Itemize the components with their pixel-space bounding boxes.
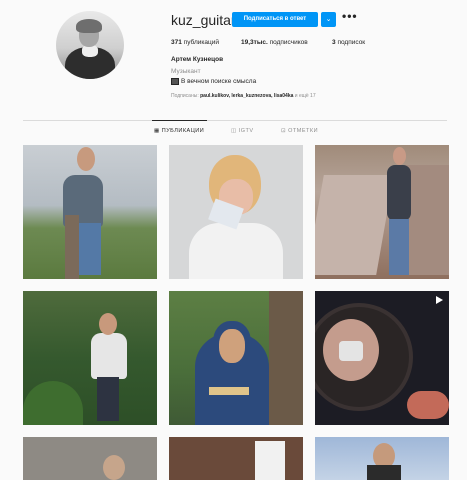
active-tab-indicator: [152, 120, 207, 121]
tab-posts[interactable]: ▦ ПУБЛИКАЦИИ: [154, 128, 204, 134]
film-icon: [171, 78, 179, 85]
post-thumbnail[interactable]: [23, 291, 157, 425]
tab-tagged[interactable]: ⊡ ОТМЕТКИ: [281, 128, 318, 134]
profile-username: kuz_guitar: [171, 12, 236, 28]
post-thumbnail[interactable]: [169, 437, 303, 480]
post-thumbnail[interactable]: [169, 291, 303, 425]
tabs-divider: [23, 120, 447, 121]
igtv-icon: ◫: [231, 128, 237, 134]
more-options-icon[interactable]: •••: [342, 9, 358, 23]
profile-avatar[interactable]: [56, 11, 124, 79]
following-count[interactable]: 3 подписок: [332, 39, 365, 46]
post-thumbnail[interactable]: [169, 145, 303, 279]
posts-count: 371 публикаций: [171, 39, 219, 46]
tab-igtv[interactable]: ◫ IGTV: [231, 128, 254, 134]
profile-bio: В вечном поиске смысла: [171, 78, 256, 85]
post-thumbnail[interactable]: [23, 437, 157, 480]
followers-count[interactable]: 19,3тыс. подписчиков: [241, 39, 308, 46]
post-thumbnail[interactable]: [315, 437, 449, 480]
followed-by[interactable]: Подписаны: paul.kulikov, lerka_kuznezova…: [171, 93, 316, 99]
grid-icon: ▦: [154, 128, 160, 134]
post-thumbnail[interactable]: [315, 145, 449, 279]
post-thumbnail[interactable]: [23, 145, 157, 279]
video-icon: [436, 296, 443, 304]
profile-full-name: Артем Кузнецов: [171, 56, 224, 63]
chevron-down-icon[interactable]: ⌄: [321, 12, 336, 27]
post-thumbnail[interactable]: [315, 291, 449, 425]
profile-category: Музыкант: [171, 68, 201, 75]
tagged-icon: ⊡: [281, 128, 287, 134]
follow-back-button[interactable]: Подписаться в ответ: [232, 12, 318, 27]
